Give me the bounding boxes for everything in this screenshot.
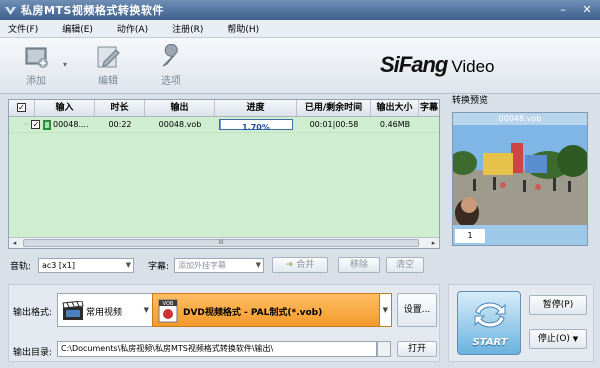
edit-button[interactable]: 编辑: [88, 44, 128, 87]
table-row[interactable]: ·· ✓ 00048.... 00:22 00048.vob 1.70% 00:…: [9, 117, 439, 133]
window-title: 私房MTS视频格式转换软件: [21, 4, 164, 17]
start-button[interactable]: START: [457, 291, 521, 355]
merge-label: 合并: [296, 260, 315, 270]
controls-row: 音轨: ac3 [x1] ▼ 字幕: 添加外挂字幕 ▼ ➜ 合并 移除 清空: [10, 256, 440, 274]
minimize-button[interactable]: –: [554, 3, 572, 17]
settings-button[interactable]: 设置...: [397, 293, 437, 327]
scroll-right-icon[interactable]: ▸: [428, 238, 439, 248]
add-button[interactable]: 添加: [16, 44, 56, 87]
row-progress-cell: 1.70%: [215, 117, 297, 132]
vob-file-icon-text: VOB: [163, 301, 174, 307]
col-progress[interactable]: 进度: [215, 100, 297, 116]
chevron-down-icon: ▼: [125, 260, 131, 269]
preview-panel: 转换预览 00048.vob 1: [448, 94, 594, 256]
subtitle-value: 添加外挂字幕: [178, 260, 226, 270]
format-label: 输出格式:: [13, 308, 53, 318]
row-size: 0.46MB: [379, 120, 411, 129]
clear-button[interactable]: 清空: [386, 257, 424, 273]
wrench-icon: [162, 44, 178, 67]
progress-bar: 1.70%: [219, 119, 293, 132]
dir-label: 输出目录:: [13, 348, 53, 358]
menu-file[interactable]: 文件(F): [8, 22, 38, 35]
row-duration: 00:22: [108, 120, 132, 129]
col-time[interactable]: 已用/剩余时间: [297, 100, 371, 116]
preview-filename: 00048.vob: [453, 113, 587, 125]
add-label: 添加: [26, 76, 46, 87]
preview-frame: 00048.vob 1: [452, 112, 588, 246]
open-button[interactable]: 打开: [397, 341, 437, 357]
task-table: ✓ 输入 时长 输出 进度 已用/剩余时间 输出大小 字幕 ·· ✓ 00048…: [8, 99, 440, 249]
close-button[interactable]: ✕: [578, 3, 596, 17]
col-size[interactable]: 输出大小: [371, 100, 419, 116]
scroll-thumb[interactable]: III: [23, 239, 419, 247]
select-all-checkbox-cell[interactable]: ✓: [9, 100, 35, 116]
profile-select[interactable]: 常用视频 ▼: [57, 293, 153, 327]
dir-scroll[interactable]: [377, 341, 391, 357]
row-output: 00048.vob: [158, 120, 202, 129]
preview-page[interactable]: 1: [455, 229, 485, 243]
col-duration[interactable]: 时长: [95, 100, 145, 116]
preview-title: 转换预览: [452, 96, 489, 106]
title-bar: 私房MTS视频格式转换软件 – ✕: [0, 0, 600, 20]
vob-file-icon: VOB: [158, 299, 178, 323]
profile-value: 常用视频: [86, 308, 123, 318]
audio-value: ac3 [x1]: [42, 260, 75, 270]
chevron-down-icon: ▼: [255, 260, 261, 269]
row-input: 00048....: [53, 120, 89, 129]
row-checkbox[interactable]: ✓: [31, 120, 41, 129]
select-all-checkbox[interactable]: ✓: [17, 103, 26, 112]
subtitle-label: 字幕:: [148, 261, 170, 272]
merge-icon: ➜: [285, 260, 294, 270]
start-label: START: [472, 337, 508, 348]
format-select[interactable]: VOB DVD视频格式 - PAL制式(*.vob) ▼: [152, 293, 392, 327]
clapperboard-icon: [62, 301, 84, 320]
col-output[interactable]: 输出: [145, 100, 215, 116]
edit-label: 编辑: [98, 76, 118, 87]
horizontal-scrollbar[interactable]: ◂ III ▸: [9, 237, 439, 248]
film-icon: [43, 119, 51, 130]
app-icon: [5, 6, 16, 15]
preview-image: [453, 125, 587, 225]
menu-edit[interactable]: 编辑(E): [62, 22, 93, 35]
add-dropdown-icon[interactable]: ▾: [63, 60, 67, 69]
menu-action[interactable]: 动作(A): [117, 22, 148, 35]
output-dir-field[interactable]: C:\Documents\私房视频\私房MTS视频格式转换软件\输出\: [57, 341, 377, 357]
merge-button[interactable]: ➜ 合并: [272, 257, 328, 273]
chevron-down-icon: ▼: [382, 306, 388, 314]
pause-button[interactable]: 暂停(P): [529, 295, 587, 315]
convert-arrows-icon: [474, 302, 506, 328]
menu-bar: 文件(F) 编辑(E) 动作(A) 注册(R) 帮助(H): [0, 20, 600, 38]
options-label: 选项: [161, 76, 181, 87]
subtitle-select[interactable]: 添加外挂字幕 ▼: [174, 257, 264, 273]
action-panel: START 暂停(P) 停止(O) ▼: [448, 284, 594, 362]
remove-button[interactable]: 移除: [338, 257, 380, 273]
add-film-icon: [25, 47, 48, 68]
brand-logo: SiFang Video: [380, 52, 495, 78]
col-subtitle[interactable]: 字幕: [419, 100, 439, 116]
edit-icon: [97, 46, 120, 68]
brand-sub: Video: [451, 57, 495, 76]
format-value: DVD视频格式 - PAL制式(*.vob): [183, 308, 323, 318]
menu-help[interactable]: 帮助(H): [227, 22, 259, 35]
row-time: 00:01|00:58: [309, 120, 359, 129]
progress-fill: [220, 120, 222, 129]
audio-label: 音轨:: [10, 261, 32, 272]
scroll-left-icon[interactable]: ◂: [9, 238, 20, 248]
menu-register[interactable]: 注册(R): [172, 22, 203, 35]
options-button[interactable]: 选项: [151, 44, 191, 87]
chevron-down-icon: ▼: [572, 335, 579, 343]
progress-text: 1.70%: [242, 123, 270, 132]
chevron-down-icon: ▼: [143, 306, 149, 314]
row-select-cell[interactable]: ·· ✓: [9, 117, 53, 132]
stop-button[interactable]: 停止(O) ▼: [529, 329, 587, 349]
stop-label: 停止(O): [537, 334, 570, 344]
brand-main: SiFang: [380, 52, 448, 77]
table-header: ✓ 输入 时长 输出 进度 已用/剩余时间 输出大小 字幕: [9, 100, 439, 117]
audio-select[interactable]: ac3 [x1] ▼: [38, 257, 134, 273]
output-panel: 输出格式: 常用视频 ▼ VOB DVD视频格式 - PAL制式(*.vob) …: [8, 284, 440, 362]
col-input[interactable]: 输入: [35, 100, 95, 116]
toolbar: 添加 ▾ 编辑 选项 SiFang Video: [0, 38, 600, 94]
